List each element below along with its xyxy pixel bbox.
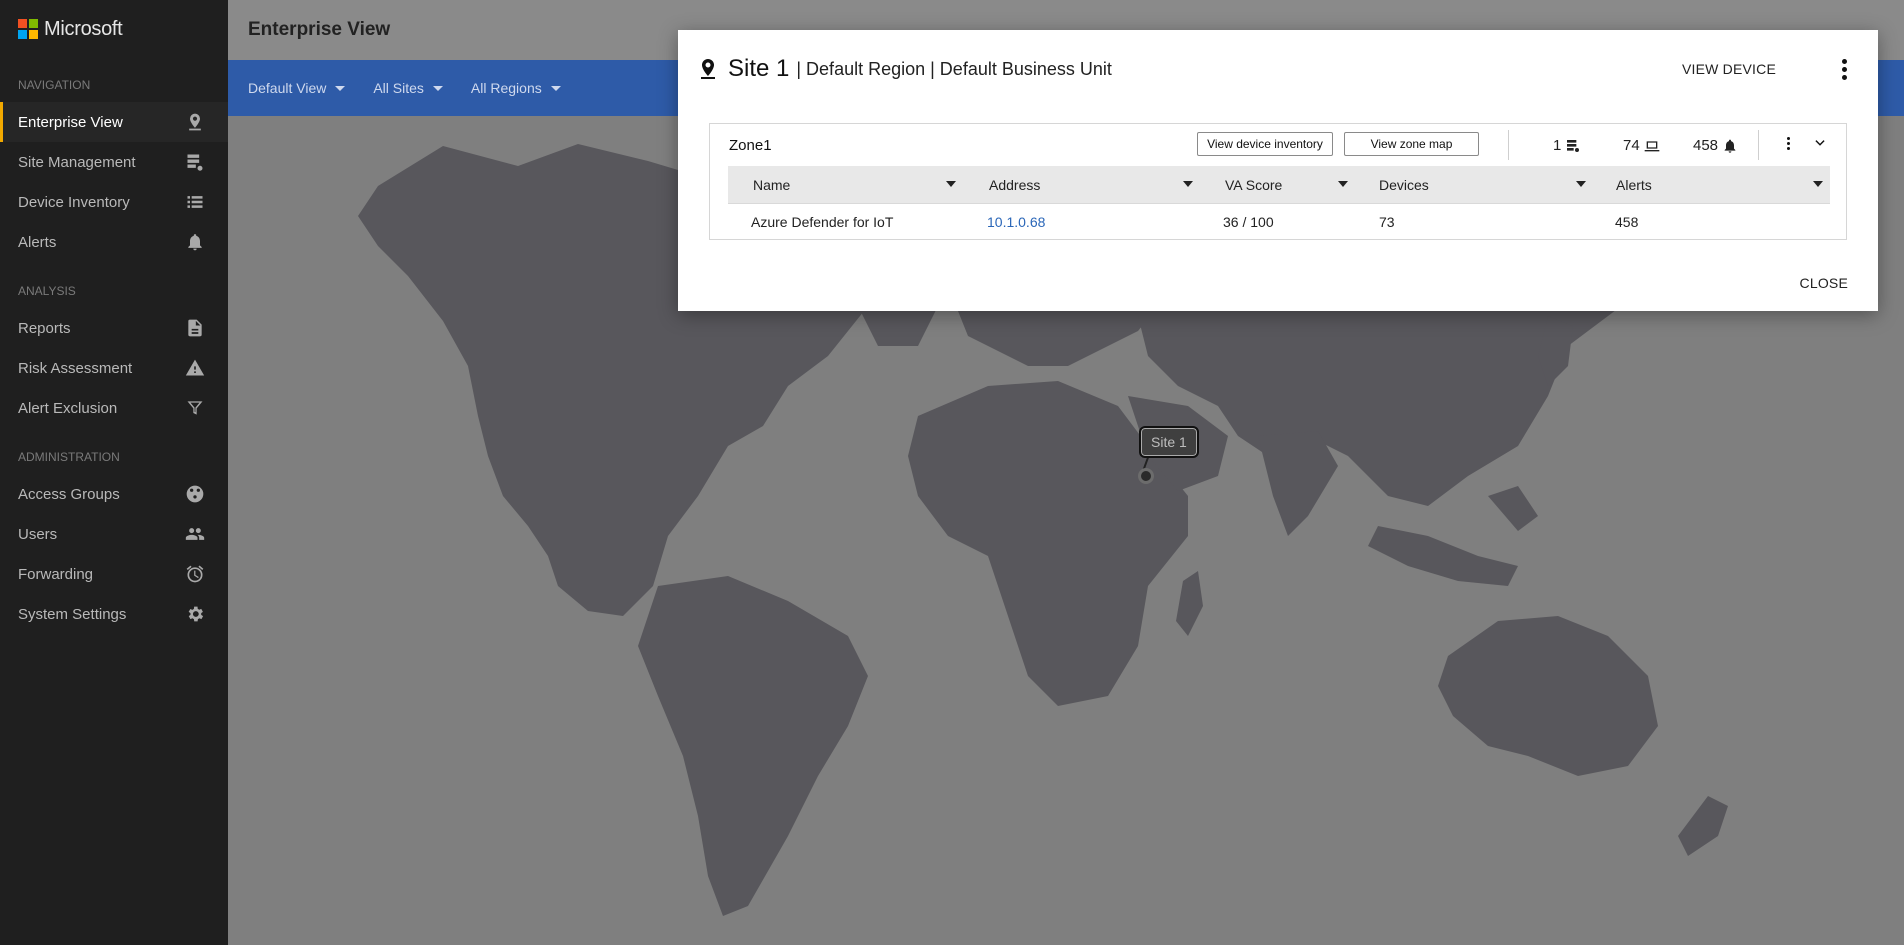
column-header-alerts: Alerts — [1616, 176, 1652, 193]
caret-down-icon — [335, 85, 346, 91]
site-pin-label[interactable]: Site 1 — [1139, 426, 1199, 458]
sidebar-item-label: Reports — [18, 319, 71, 337]
sidebar-item-site-management[interactable]: Site Management — [0, 142, 228, 182]
warning-icon — [184, 357, 206, 379]
zone-card: Zone1 View device inventory View zone ma… — [709, 123, 1847, 240]
chevron-down-icon[interactable] — [1813, 136, 1827, 150]
sidebar-item-reports[interactable]: Reports — [0, 308, 228, 348]
sensor-icon — [1567, 139, 1580, 152]
sites-dropdown[interactable]: All Sites — [373, 80, 443, 96]
cell-devices: 73 — [1379, 214, 1395, 230]
column-header-name: Name — [753, 176, 791, 193]
sensors-count: 1 — [1553, 137, 1581, 154]
alerts-count: 458 — [1693, 137, 1738, 154]
bell-icon — [184, 231, 206, 253]
zone-name: Zone1 — [729, 136, 772, 154]
alarm-clock-icon — [184, 563, 206, 585]
regions-dropdown[interactable]: All Regions — [471, 80, 561, 96]
devices-count: 74 — [1623, 137, 1660, 154]
microsoft-logo[interactable]: Microsoft — [0, 0, 228, 58]
sites-dropdown-label: All Sites — [373, 80, 424, 96]
cell-address-link[interactable]: 10.1.0.68 — [987, 204, 1045, 240]
nav-list-navigation: Enterprise View Site Management Device I… — [0, 102, 228, 262]
site-dialog: Site 1 | Default Region | Default Busine… — [678, 30, 1878, 311]
caret-down-icon — [550, 85, 561, 91]
zone-options-icon[interactable] — [1787, 137, 1790, 150]
column-header-address: Address — [989, 176, 1041, 193]
laptop-icon — [1644, 140, 1660, 151]
site-pin-marker[interactable] — [1138, 468, 1154, 484]
sidebar-item-device-inventory[interactable]: Device Inventory — [0, 182, 228, 222]
view-zone-map-button[interactable]: View zone map — [1344, 132, 1479, 156]
dialog-subtitle: | Default Region | Default Business Unit — [796, 58, 1112, 79]
sidebar-item-enterprise-view[interactable]: Enterprise View — [0, 102, 228, 142]
sort-caret-icon[interactable] — [1183, 181, 1193, 187]
cell-va-score: 36 / 100 — [1223, 214, 1274, 230]
sidebar-item-label: Device Inventory — [18, 193, 130, 211]
map-pin-icon — [701, 59, 715, 79]
sidebar-item-risk-assessment[interactable]: Risk Assessment — [0, 348, 228, 388]
caret-down-icon — [432, 85, 443, 91]
map-pin-icon — [184, 111, 206, 133]
regions-dropdown-label: All Regions — [470, 80, 542, 96]
nav-list-analysis: Reports Risk Assessment Alert Exclusion — [0, 308, 228, 428]
sort-caret-icon[interactable] — [1813, 181, 1823, 187]
sidebar-item-alert-exclusion[interactable]: Alert Exclusion — [0, 388, 228, 428]
nav-list-administration: Access Groups Users Forwarding System Se… — [0, 474, 228, 634]
sort-caret-icon[interactable] — [1338, 181, 1348, 187]
sidebar-item-users[interactable]: Users — [0, 514, 228, 554]
server-icon — [184, 151, 206, 173]
alerts-count-value: 458 — [1693, 137, 1719, 154]
cell-alerts: 458 — [1615, 214, 1639, 230]
sidebar-item-label: Alert Exclusion — [18, 399, 118, 417]
sidebar-item-label: Risk Assessment — [18, 359, 133, 377]
sidebar-item-access-groups[interactable]: Access Groups — [0, 474, 228, 514]
divider — [1758, 130, 1759, 160]
sidebar-item-label: Access Groups — [18, 485, 120, 503]
close-button[interactable]: CLOSE — [1800, 275, 1848, 291]
page-title: Enterprise View — [248, 19, 391, 40]
section-title-analysis: ANALYSIS — [18, 284, 76, 298]
sidebar-item-label: Users — [18, 525, 58, 543]
sidebar-item-label: Forwarding — [18, 565, 94, 583]
sidebar: Microsoft NAVIGATION Enterprise View Sit… — [0, 0, 228, 945]
column-header-devices: Devices — [1379, 176, 1429, 193]
document-icon — [184, 317, 206, 339]
section-title-navigation: NAVIGATION — [18, 78, 91, 92]
users-icon — [184, 523, 206, 545]
table-row[interactable]: Azure Defender for IoT 10.1.0.68 36 / 10… — [728, 203, 1830, 239]
sensors-count-value: 1 — [1553, 137, 1562, 154]
table-header: Name Address VA Score Devices Alerts — [728, 166, 1830, 203]
more-options-icon[interactable] — [1834, 57, 1854, 81]
brand-name: Microsoft — [44, 17, 123, 40]
view-dropdown[interactable]: Default View — [248, 80, 346, 96]
view-device-button[interactable]: VIEW DEVICE — [1682, 61, 1776, 77]
dialog-title: Site 1 — [728, 55, 790, 82]
sidebar-item-label: System Settings — [18, 605, 127, 623]
filter-icon — [184, 397, 206, 419]
sidebar-item-label: Alerts — [18, 233, 57, 251]
list-icon — [184, 191, 206, 213]
sidebar-item-alerts[interactable]: Alerts — [0, 222, 228, 262]
sidebar-item-system-settings[interactable]: System Settings — [0, 594, 228, 634]
section-title-administration: ADMINISTRATION — [18, 450, 120, 464]
sidebar-item-label: Enterprise View — [18, 113, 123, 131]
dialog-header: Site 1 | Default Region | Default Busine… — [678, 30, 1878, 108]
sort-caret-icon[interactable] — [946, 181, 956, 187]
column-header-va-score: VA Score — [1225, 176, 1283, 193]
bell-icon — [1724, 139, 1736, 153]
view-device-inventory-button[interactable]: View device inventory — [1197, 132, 1333, 156]
divider — [1508, 130, 1509, 160]
microsoft-logo-icon — [18, 19, 38, 39]
sort-caret-icon[interactable] — [1576, 181, 1586, 187]
group-circle-icon — [184, 483, 206, 505]
zone-header: Zone1 View device inventory View zone ma… — [710, 124, 1846, 166]
cell-name: Azure Defender for IoT — [751, 214, 894, 230]
gear-icon — [184, 603, 206, 625]
devices-count-value: 74 — [1623, 137, 1640, 154]
view-dropdown-label: Default View — [248, 80, 327, 96]
sidebar-item-forwarding[interactable]: Forwarding — [0, 554, 228, 594]
sidebar-item-label: Site Management — [18, 153, 136, 171]
